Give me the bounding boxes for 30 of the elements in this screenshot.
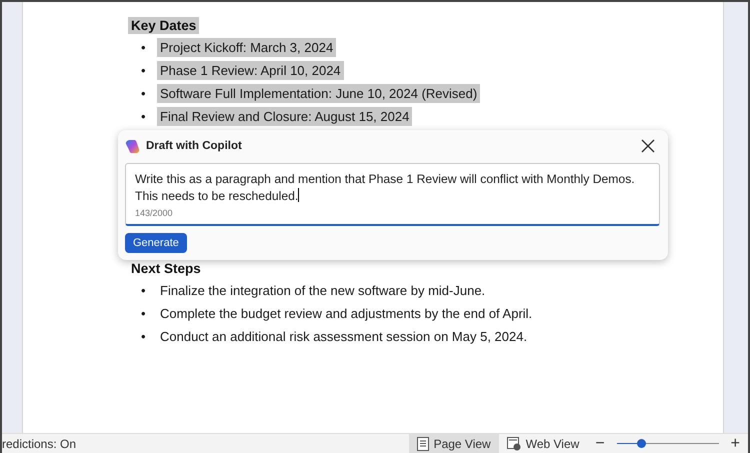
web-page-icon bbox=[506, 436, 521, 450]
list-item: Project Kickoff: March 3, 2024 bbox=[157, 38, 336, 57]
view-button[interactable]: Page View bbox=[408, 434, 499, 453]
dialog-title: Draft with Copilot bbox=[146, 140, 243, 152]
list-item: Conduct an additional risk assessment session on May 5, 2024. bbox=[159, 328, 528, 346]
list-item: Software Full Implementation: June 10, 2024 (Revised) bbox=[157, 84, 480, 103]
bullet: • bbox=[140, 39, 147, 57]
prompt-field[interactable]: Write this as a paragraph and mention that Phase 1 Review will conflict with Monthly Demos. This needs to be rescheduled. 143/2000 bbox=[125, 163, 660, 226]
character-counter: 143/2000 bbox=[135, 208, 174, 218]
zoom-out-button[interactable]: − bbox=[587, 436, 613, 452]
predictions-status: redictions: On bbox=[2, 436, 78, 450]
copilot-icon bbox=[125, 138, 140, 154]
section-heading: Key Dates bbox=[128, 17, 200, 34]
generate-button[interactable]: Generate bbox=[125, 233, 187, 253]
list-item: Final Review and Closure: August 15, 2024 bbox=[157, 107, 412, 126]
slider-thumb[interactable] bbox=[637, 439, 646, 448]
bullet: • bbox=[140, 108, 147, 126]
bullet: • bbox=[140, 305, 147, 323]
list-item: Complete the budget review and adjustments by the end of April. bbox=[159, 305, 534, 323]
list-item: Finalize the integration of the new software by mid-June. bbox=[159, 282, 486, 300]
bullet: • bbox=[140, 282, 147, 300]
zoom-in-button[interactable]: + bbox=[722, 436, 748, 452]
section-heading: Next Steps bbox=[130, 260, 202, 277]
bullet: • bbox=[140, 62, 147, 80]
bullet: • bbox=[140, 328, 147, 346]
close-button[interactable] bbox=[640, 138, 656, 154]
bullet: • bbox=[140, 85, 147, 103]
page-icon bbox=[416, 436, 429, 450]
view-button[interactable]: Web View bbox=[498, 434, 588, 453]
list-item: Phase 1 Review: April 10, 2024 bbox=[157, 61, 344, 80]
